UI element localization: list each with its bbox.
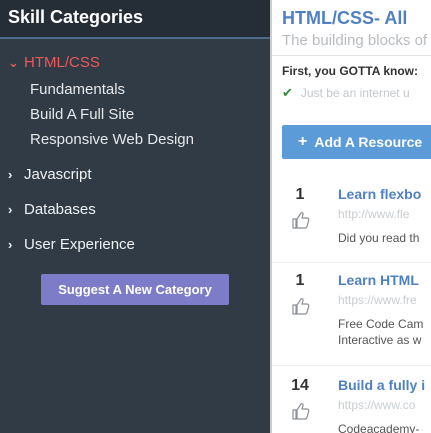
prerequisite-text: Just be an internet u <box>300 86 410 100</box>
chevron-right-icon: › <box>8 167 13 182</box>
category-databases[interactable]: › Databases <box>8 201 96 218</box>
category-javascript[interactable]: › Javascript <box>8 166 92 183</box>
subcategory-responsive-web-design[interactable]: Responsive Web Design <box>30 131 194 148</box>
sidebar: Skill Categories ⌄ HTML/CSS Fundamentals … <box>0 0 270 433</box>
category-label: Javascript <box>24 166 92 183</box>
chevron-down-icon: ⌄ <box>8 55 19 70</box>
sidebar-header: Skill Categories <box>0 0 270 39</box>
vote-count: 1 <box>295 186 305 203</box>
resource-description: Did you read th <box>338 230 419 246</box>
check-icon: ✔ <box>282 85 293 100</box>
category-label: HTML/CSS <box>24 54 100 71</box>
description-line: Did you read th <box>338 231 420 245</box>
page-subtitle: The building blocks of <box>282 32 428 49</box>
chevron-right-icon: › <box>8 237 13 252</box>
category-label: Databases <box>24 201 96 218</box>
thumbs-up-icon[interactable] <box>291 401 311 421</box>
subcategory-build-full-site[interactable]: Build A Full Site <box>30 106 134 123</box>
category-user-experience[interactable]: › User Experience <box>8 236 135 253</box>
prerequisite-heading: First, you GOTTA know: <box>282 64 418 78</box>
suggest-category-button[interactable]: Suggest A New Category <box>41 274 229 305</box>
divider <box>272 55 431 56</box>
thumbs-up-icon[interactable] <box>291 210 311 230</box>
add-resource-label: Add A Resource <box>314 134 423 150</box>
divider <box>272 365 431 366</box>
resource-description: Codeacademy- <box>338 421 419 433</box>
description-line: Interactive as w <box>338 333 422 347</box>
description-line: Codeacademy- <box>338 422 420 433</box>
prerequisite-item: ✔ Just be an internet u <box>282 85 410 101</box>
subcategory-fundamentals[interactable]: Fundamentals <box>30 81 125 98</box>
page-title: HTML/CSS- All <box>282 8 408 28</box>
vote-count: 14 <box>291 377 309 394</box>
resource-description: Free Code Cam Interactive as w <box>338 316 423 348</box>
resource-url-link[interactable]: https://www.co <box>338 398 415 412</box>
resource-title-link[interactable]: Build a fully i <box>338 377 425 393</box>
resource-title-link[interactable]: Learn flexbo <box>338 186 421 202</box>
chevron-right-icon: › <box>8 202 13 217</box>
resource-title-link[interactable]: Learn HTML <box>338 272 419 288</box>
sidebar-title: Skill Categories <box>8 7 144 27</box>
category-label: User Experience <box>24 236 135 253</box>
divider <box>272 262 431 263</box>
thumbs-up-icon[interactable] <box>291 296 311 316</box>
add-resource-button[interactable]: + Add A Resource <box>282 125 431 159</box>
main-content: HTML/CSS- All The building blocks of Fir… <box>272 0 431 433</box>
category-html-css[interactable]: ⌄ HTML/CSS <box>8 54 100 71</box>
resource-url-link[interactable]: http://www.fle <box>338 207 409 221</box>
plus-icon: + <box>298 133 308 150</box>
vote-count: 1 <box>295 272 305 289</box>
resource-url-link[interactable]: https://www.fre <box>338 293 417 307</box>
description-line: Free Code Cam <box>338 317 424 331</box>
